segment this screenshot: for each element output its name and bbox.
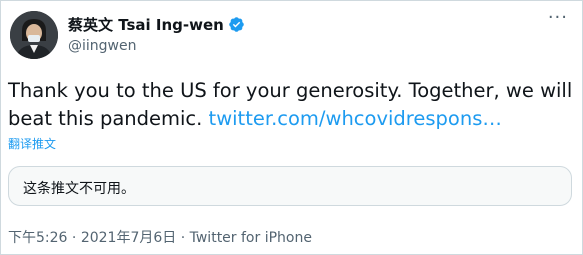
tweet-text: Thank you to the US for your generosity.…: [8, 77, 574, 133]
tweet-source[interactable]: Twitter for iPhone: [190, 230, 312, 246]
author-display-name[interactable]: 蔡英文 Tsai Ing-wen: [68, 14, 224, 35]
translate-tweet-link[interactable]: 翻译推文: [8, 135, 56, 152]
author-handle[interactable]: @iingwen: [68, 38, 136, 54]
tweet-metadata: 下午5:26 · 2021年7月6日 · Twitter for iPhone: [8, 227, 312, 247]
more-options-icon[interactable]: ···: [548, 7, 568, 28]
avatar[interactable]: [10, 11, 58, 59]
profile-photo: [10, 11, 58, 59]
author-name-row[interactable]: 蔡英文 Tsai Ing-wen: [68, 14, 245, 35]
quoted-tweet-unavailable: 这条推文不可用。: [8, 166, 572, 206]
verified-badge-icon: [229, 17, 244, 32]
unavailable-message: 这条推文不可用。: [23, 181, 135, 197]
tweet-time[interactable]: 下午5:26: [8, 230, 67, 246]
tweet-link[interactable]: twitter.com/whcovidrespons…: [209, 107, 502, 130]
tweet-date[interactable]: 2021年7月6日: [81, 230, 176, 246]
meta-separator: ·: [180, 230, 186, 246]
tweet-card: 蔡英文 Tsai Ing-wen @iingwen ··· Thank you …: [0, 0, 583, 255]
meta-separator: ·: [71, 230, 77, 246]
